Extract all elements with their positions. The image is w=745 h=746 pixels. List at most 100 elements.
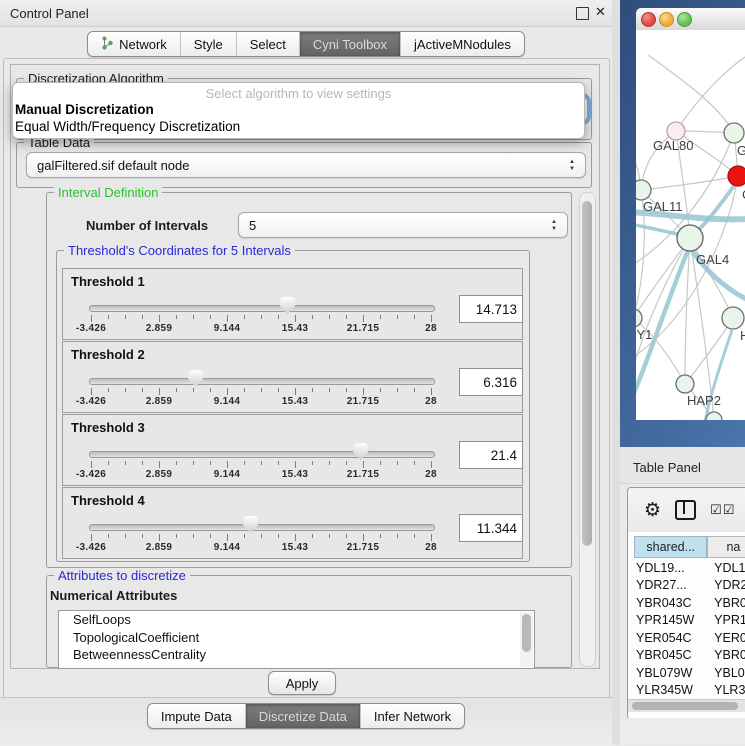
panel-scrollbar-thumb[interactable] (582, 201, 592, 546)
threshold-value-field[interactable] (459, 368, 523, 396)
list-scrollbar-thumb[interactable] (522, 614, 531, 652)
float-window-icon[interactable] (576, 7, 589, 20)
algorithm-hint-text: Select algorithm to view settings (13, 86, 584, 101)
table-data-value: galFiltered.sif default node (37, 158, 189, 173)
tab-network[interactable]: Network (88, 32, 181, 56)
cell-name: YER0 (708, 631, 745, 645)
table-panel-titlebar: Table Panel (620, 447, 745, 484)
tab-jactivemnodules[interactable]: jActiveMNodules (401, 32, 524, 56)
table-row[interactable]: YBR043CYBR0 (634, 594, 745, 612)
threshold-value-field[interactable] (459, 514, 523, 542)
table-header-row: shared... na (634, 536, 745, 558)
gear-icon[interactable]: ⚙ (644, 501, 661, 520)
attribute-list-item[interactable]: BetweennessCentrality (59, 646, 534, 664)
slider-track[interactable] (89, 378, 435, 385)
network-canvas[interactable]: GAL80GACGAL11GAL4GCY1HAHAP2 (636, 30, 745, 420)
cell-name: YBL0 (708, 666, 745, 680)
slider-tick-labels: -3.4262.8599.14415.4321.71528 (89, 396, 433, 408)
zoom-traffic-light-icon[interactable] (677, 12, 692, 27)
cell-shared-name: YDR27... (634, 578, 708, 592)
table-data-combobox[interactable]: galFiltered.sif default node ▲▼ (26, 152, 586, 178)
attribute-list-item[interactable]: TopologicalCoefficient (59, 629, 534, 647)
table-row[interactable]: YDL19...YDL1 (634, 559, 745, 577)
attributes-group-title: Attributes to discretize (54, 568, 190, 583)
threshold-panel-3: Threshold 3-3.4262.8599.14415.4321.71528 (62, 414, 523, 486)
tab-label: Cyni Toolbox (313, 37, 387, 52)
network-edge (648, 55, 734, 133)
algorithm-option-1[interactable]: Manual Discretization (13, 101, 584, 118)
network-node-c[interactable] (728, 166, 745, 186)
threshold-label: Threshold 1 (71, 274, 145, 289)
cell-name: YLR3 (708, 683, 745, 697)
checkbox-icons[interactable]: ☑☑ (710, 502, 735, 518)
numerical-attributes-list[interactable]: SelfLoopsTopologicalCoefficientBetweenne… (58, 610, 535, 669)
table-panel: ⚙ ☑☑ shared... na YDL19...YDL1YDR27...YD… (627, 487, 745, 720)
table-row[interactable]: YPR145WYPR1 (634, 612, 745, 630)
cell-shared-name: YBL079W (634, 666, 708, 680)
table-row[interactable]: YER054CYER0 (634, 629, 745, 647)
num-intervals-combobox[interactable]: 5 ▲▼ (238, 212, 568, 238)
numerical-attributes-label: Numerical Attributes (50, 588, 177, 603)
table-row[interactable]: YBR045CYBR0 (634, 647, 745, 665)
slider-track[interactable] (89, 524, 435, 531)
attribute-list-item[interactable]: SelfLoops (59, 611, 534, 629)
network-node-gal11[interactable] (636, 180, 651, 200)
table-panel-title: Table Panel (633, 460, 745, 475)
table-row[interactable]: YDR27...YDR2 (634, 577, 745, 595)
tab-label: Discretize Data (259, 709, 347, 724)
network-node-label: GAL11 (643, 199, 683, 214)
slider-ticks (89, 461, 433, 469)
column-header-name[interactable]: na (707, 536, 745, 558)
network-node-label: HA (740, 328, 745, 343)
network-node-label: HAP2 (687, 393, 721, 408)
tab-label: Select (250, 37, 286, 52)
network-node-ha[interactable] (722, 307, 744, 329)
cell-shared-name: YLR345W (634, 683, 708, 697)
tab-infer-network[interactable]: Infer Network (361, 704, 464, 728)
tab-style[interactable]: Style (181, 32, 237, 56)
algorithm-option-2[interactable]: Equal Width/Frequency Discretization (13, 118, 584, 135)
slider-track[interactable] (89, 305, 435, 312)
network-edge (676, 55, 745, 131)
threshold-value-field[interactable] (459, 441, 523, 469)
list-scrollbar-track[interactable] (520, 612, 533, 667)
table-row[interactable]: YBL079WYBL0 (634, 664, 745, 682)
slider-ticks (89, 315, 433, 323)
network-node-gal4[interactable] (677, 225, 703, 251)
table-row[interactable]: YLR345WYLR3 (634, 682, 745, 700)
control-panel-title: Control Panel (10, 6, 89, 21)
network-edge (641, 176, 738, 190)
table-hscrollbar-track[interactable] (628, 699, 745, 712)
tab-label: Network (119, 37, 167, 52)
close-icon[interactable]: ✕ (595, 4, 606, 20)
threshold-label: Threshold 4 (71, 493, 145, 508)
tab-impute-data[interactable]: Impute Data (148, 704, 246, 728)
tab-label: jActiveMNodules (414, 37, 511, 52)
apply-button[interactable]: Apply (268, 671, 336, 695)
network-node-label: GA (737, 143, 745, 158)
table-hscrollbar-thumb[interactable] (632, 702, 738, 710)
network-node-label: GCY1 (636, 327, 652, 342)
network-node[interactable] (706, 412, 722, 420)
cell-name: YDR2 (708, 578, 745, 592)
num-intervals-label: Number of Intervals (86, 218, 208, 233)
slider-track[interactable] (89, 451, 435, 458)
threshold-label: Threshold 3 (71, 420, 145, 435)
cell-name: YBR0 (708, 648, 745, 662)
tab-select[interactable]: Select (237, 32, 300, 56)
threshold-label: Threshold 2 (71, 347, 145, 362)
tab-cyni-toolbox[interactable]: Cyni Toolbox (300, 32, 401, 56)
cell-shared-name: YPR145W (634, 613, 708, 627)
thresholds-group-title: Threshold's Coordinates for 5 Intervals (64, 243, 295, 258)
minimize-traffic-light-icon[interactable] (659, 12, 674, 27)
threshold-value-field[interactable] (459, 295, 523, 323)
panel-divider (612, 0, 620, 745)
column-header-shared[interactable]: shared... (634, 536, 707, 558)
network-node-hap2[interactable] (676, 375, 694, 393)
spinner-arrows-icon: ▲▼ (551, 219, 557, 232)
close-traffic-light-icon[interactable] (641, 12, 656, 27)
tab-discretize-data[interactable]: Discretize Data (246, 704, 361, 728)
columns-icon[interactable] (675, 500, 696, 520)
slider-ticks (89, 534, 433, 542)
network-node-ga[interactable] (724, 123, 744, 143)
